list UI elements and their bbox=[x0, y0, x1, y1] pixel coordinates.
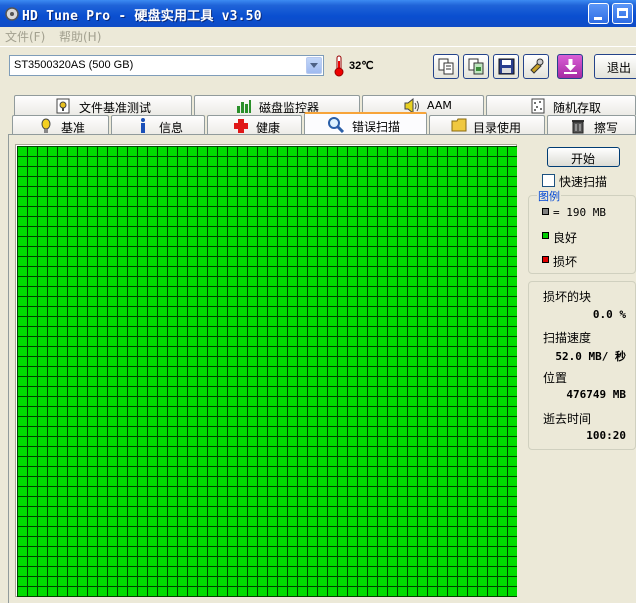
floppy-disk-icon bbox=[498, 58, 515, 75]
tab-label: 文件基准测试 bbox=[79, 101, 152, 115]
thermometer-icon bbox=[334, 55, 344, 77]
exit-button-label: 退出 bbox=[607, 61, 632, 75]
tab-random-access[interactable]: 随机存取 bbox=[486, 95, 636, 115]
menu-help[interactable]: 帮助(H) bbox=[59, 28, 101, 45]
start-button-label: 开始 bbox=[571, 152, 596, 166]
damaged-blocks-label: 损坏的块 bbox=[543, 290, 592, 304]
file-benchmark-icon bbox=[56, 98, 70, 114]
copy-image-icon bbox=[468, 58, 484, 75]
position-label: 位置 bbox=[543, 371, 568, 385]
copy-screenshot-button[interactable] bbox=[463, 54, 489, 79]
random-access-icon bbox=[531, 98, 545, 114]
green-square-icon bbox=[542, 232, 549, 239]
maximize-button[interactable] bbox=[612, 3, 633, 24]
legend-block-size-label: = 190 MB bbox=[553, 206, 606, 219]
options-button[interactable] bbox=[523, 54, 549, 79]
legend-damaged-label: 损坏 bbox=[553, 255, 578, 269]
download-button[interactable] bbox=[557, 54, 583, 79]
tab-health[interactable]: 健康 bbox=[207, 115, 302, 135]
quick-scan-label: 快速扫描 bbox=[559, 175, 608, 189]
tab-folder-usage[interactable]: 目录使用 bbox=[429, 115, 545, 135]
copy-text-button[interactable] bbox=[433, 54, 459, 79]
toolbar: ST3500320AS (500 GB) 32℃ 退出 bbox=[0, 46, 636, 89]
info-icon bbox=[141, 118, 145, 133]
title-bar: HD Tune Pro - 硬盘实用工具 v3.50 bbox=[0, 0, 636, 27]
lightbulb-icon bbox=[41, 118, 51, 133]
chevron-down-icon[interactable] bbox=[306, 57, 322, 74]
temperature-readout: 32℃ bbox=[349, 60, 374, 72]
folder-icon bbox=[451, 118, 467, 132]
arrow-down-icon bbox=[564, 59, 577, 74]
damaged-blocks-value: 0.0 % bbox=[592, 308, 626, 321]
trash-icon bbox=[572, 120, 584, 134]
drive-select[interactable]: ST3500320AS (500 GB) bbox=[9, 55, 324, 76]
legend-good-label: 良好 bbox=[553, 231, 578, 245]
red-square-icon bbox=[542, 256, 549, 263]
gray-square-icon bbox=[542, 208, 549, 215]
scan-speed-label: 扫描速度 bbox=[543, 331, 592, 345]
tab-benchmark[interactable]: 基准 bbox=[12, 115, 109, 135]
window-title: HD Tune Pro - 硬盘实用工具 v3.50 bbox=[22, 9, 262, 24]
bar-chart-icon bbox=[237, 100, 251, 113]
tab-erase[interactable]: 擦写 bbox=[547, 115, 636, 135]
elapsed-time-label: 逝去时间 bbox=[543, 412, 592, 426]
tab-label: AAM bbox=[427, 99, 452, 112]
tab-file-benchmark[interactable]: 文件基准测试 bbox=[14, 95, 192, 115]
legend-title: 图例 bbox=[537, 188, 561, 204]
start-button[interactable]: 开始 bbox=[547, 147, 620, 167]
drive-select-value: ST3500320AS (500 GB) bbox=[14, 59, 134, 71]
scan-block-grid bbox=[17, 146, 517, 597]
magnifier-icon bbox=[328, 117, 345, 133]
menu-file[interactable]: 文件(F) bbox=[5, 28, 45, 45]
copy-icon bbox=[438, 58, 454, 75]
minimize-button[interactable] bbox=[588, 3, 609, 24]
tools-icon bbox=[530, 58, 544, 74]
exit-button[interactable]: 退出 bbox=[594, 54, 636, 79]
checkbox-box[interactable] bbox=[542, 174, 555, 187]
red-cross-icon bbox=[234, 119, 248, 133]
tab-label: 错误扫描 bbox=[352, 120, 401, 134]
elapsed-time-value: 100:20 bbox=[586, 429, 626, 442]
save-button[interactable] bbox=[493, 54, 519, 79]
app-icon bbox=[5, 7, 19, 21]
position-value: 476749 MB bbox=[566, 388, 626, 401]
tab-error-scan[interactable]: 错误扫描 bbox=[304, 112, 427, 135]
menu-bar: 文件(F) 帮助(H) bbox=[0, 27, 636, 46]
scan-block-map bbox=[15, 144, 517, 597]
scan-speed-value: 52.0 MB/ 秒 bbox=[555, 350, 626, 363]
tab-label: 随机存取 bbox=[553, 101, 602, 115]
tab-info[interactable]: 信息 bbox=[111, 115, 205, 135]
